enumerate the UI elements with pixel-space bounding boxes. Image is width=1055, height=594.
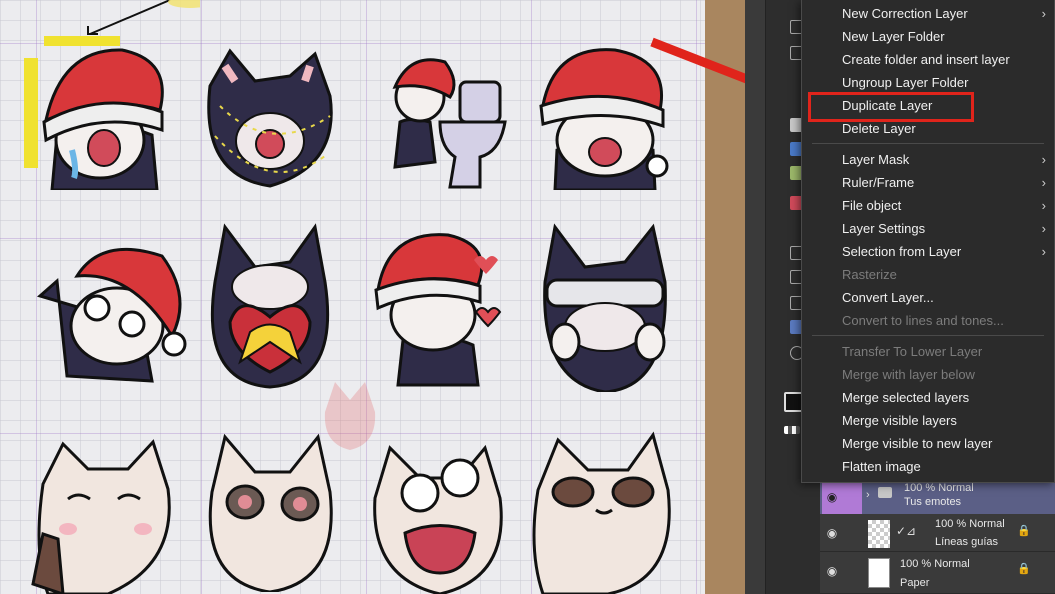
menu-item-convert-layer[interactable]: Convert Layer... [842,288,934,308]
menu-item-create-folder-insert[interactable]: Create folder and insert layer [842,50,1010,70]
menu-item-merge-visible[interactable]: Merge visible layers [842,411,957,431]
eye-icon[interactable]: ◉ [822,514,842,552]
layer-thumbnail [868,520,890,548]
emote-santa-cat-glasses-waving [32,236,187,386]
menu-item-new-correction-layer[interactable]: New Correction Layer [842,4,968,24]
emote-cat-blindfold-clapping [535,222,675,394]
layer-mode: 100 % Normal [900,558,970,570]
layer-thumbnail [868,558,890,588]
menu-item-transfer-lower[interactable]: Transfer To Lower Layer [842,342,982,362]
menu-item-ungroup-folder[interactable]: Ungroup Layer Folder [842,73,968,93]
menu-item-delete-layer[interactable]: Delete Layer [842,119,916,139]
menu-item-file-object[interactable]: File object [842,196,901,216]
menu-item-ruler-frame[interactable]: Ruler/Frame [842,173,914,193]
emote-cat-holding-heart [200,222,340,389]
canvas-area[interactable] [0,0,745,594]
emote-cream-cat-shocked [365,438,505,594]
layer-mode: 100 % Normal [935,518,1005,530]
submenu-chevron-icon: › [1041,152,1046,167]
panel-divider [745,0,765,594]
layer-name: Paper [900,577,930,589]
expand-chevron-icon[interactable]: › [866,489,870,501]
folder-icon [878,487,892,498]
menu-item-merge-below[interactable]: Merge with layer below [842,365,975,385]
transparent-swatch[interactable] [784,426,800,434]
menu-item-merge-selected[interactable]: Merge selected layers [842,388,969,408]
layer-mode: 100 % Normal [904,482,974,494]
emote-santa-cat-crying [32,40,172,192]
eye-icon[interactable]: ◉ [822,478,842,516]
emote-santa-cat-blowing-kiss [368,230,508,387]
menu-separator [812,335,1044,336]
emote-cream-cat-thinking [28,434,171,594]
emote-cream-cat-smug [200,432,340,594]
emote-cream-cat-unimpressed [528,430,671,594]
submenu-chevron-icon: › [1041,221,1046,236]
menu-item-flatten-image[interactable]: Flatten image [842,457,921,477]
annotation-highlight-box [808,92,974,122]
layer-name: Tus emotes [904,496,962,508]
submenu-chevron-icon: › [1041,175,1046,190]
layer-row-ruler[interactable]: ◉ ✓⊿ 100 % Normal Líneas guías 🔒 [820,514,1055,552]
layer-row-folder[interactable]: ◉ › 100 % Normal Tus emotes [820,478,1055,516]
eye-icon[interactable]: ◉ [822,552,842,590]
layer-context-menu: New Correction Layer › New Layer Folder … [801,0,1055,483]
submenu-chevron-icon: › [1041,6,1046,21]
menu-item-merge-visible-new[interactable]: Merge visible to new layer [842,434,992,454]
menu-item-layer-settings[interactable]: Layer Settings [842,219,925,239]
submenu-chevron-icon: › [1041,198,1046,213]
edit-pen-icon[interactable] [842,478,862,516]
emote-santa-cat-toilet [370,42,510,192]
menu-item-selection-from-layer[interactable]: Selection from Layer [842,242,961,262]
ruler-icon: ✓⊿ [896,524,917,538]
menu-item-convert-lines-tones[interactable]: Convert to lines and tones... [842,311,1004,331]
emote-cat-fairy-lights [200,46,340,196]
menu-separator [812,143,1044,144]
watermark-logo [324,382,376,450]
menu-item-layer-mask[interactable]: Layer Mask [842,150,909,170]
menu-item-new-layer-folder[interactable]: New Layer Folder [842,27,945,47]
layer-panel: ◉ › 100 % Normal Tus emotes ◉ ✓⊿ 100 % N… [820,478,1055,594]
menu-item-rasterize[interactable]: Rasterize [842,265,897,285]
lock-icon[interactable]: 🔒 [1017,562,1031,575]
layer-name: Líneas guías [935,536,998,548]
submenu-chevron-icon: › [1041,244,1046,259]
lock-icon[interactable]: 🔒 [1017,524,1031,537]
layer-row-paper[interactable]: ◉ 100 % Normal Paper 🔒 [820,552,1055,594]
